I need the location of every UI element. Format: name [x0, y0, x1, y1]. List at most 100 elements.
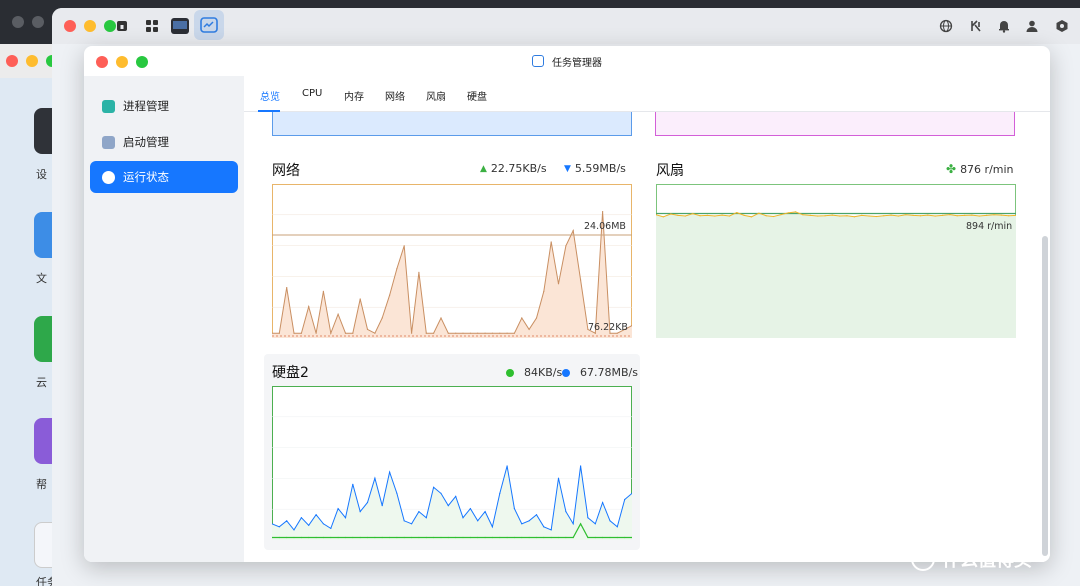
fan-data-point: [1008, 215, 1010, 217]
fan-data-point: [795, 211, 797, 213]
sidebar-item-label: 启动管理: [123, 135, 169, 149]
disk-read-data-point: [580, 523, 582, 525]
disk-write-data-point: [447, 505, 449, 507]
fan-speed-value: 876 r/min: [960, 162, 1014, 176]
disk-read-data-point: [477, 536, 479, 539]
fan-chart: [656, 184, 1016, 338]
tab-cpu[interactable]: CPU: [302, 88, 322, 99]
disk-read-data-point: [403, 536, 405, 539]
network-data-point: [418, 271, 420, 273]
disk-read-data-point: [293, 536, 295, 539]
disk-read-data-point: [322, 536, 324, 539]
disk-write-data-point: [293, 529, 295, 531]
bg-window-close-icon[interactable]: [6, 55, 18, 67]
globe-icon[interactable]: [932, 12, 960, 40]
network-data-point: [535, 317, 538, 319]
fan-data-point: [839, 215, 841, 217]
app-label-files: 文: [36, 272, 47, 285]
fan-card-title: 风扇: [656, 163, 684, 179]
network-data-point: [447, 332, 449, 334]
tab-memory[interactable]: 内存: [344, 88, 364, 103]
disk-read-data-point: [535, 536, 538, 539]
disk-read-data-point: [411, 536, 413, 539]
disk-read-data-point: [381, 536, 383, 539]
disk-write-stat: 67.78MB/s: [562, 366, 638, 379]
minimize-icon[interactable]: [84, 20, 96, 32]
disk-write-data-point: [455, 495, 457, 497]
disk-write-data-point: [418, 511, 420, 513]
brand-logo-icon[interactable]: [962, 12, 990, 40]
disk-read-data-point: [315, 536, 317, 539]
disk-write-data-point: [572, 523, 574, 525]
fan-data-point: [699, 215, 701, 217]
disk-read-data-point: [330, 536, 332, 539]
window-close-icon[interactable]: [96, 56, 108, 68]
disk-write-data-point: [521, 523, 523, 525]
disk-write-data-point: [587, 517, 589, 519]
disk-write-data-point: [344, 517, 347, 519]
tab-fan[interactable]: 风扇: [426, 88, 446, 103]
app-label-help: 帮: [36, 478, 47, 491]
network-data-point: [462, 332, 464, 334]
network-data-point: [366, 328, 369, 330]
network-data-point: [337, 313, 339, 315]
disk-read-data-point: [484, 536, 486, 539]
task-manager-app-icon[interactable]: [194, 10, 224, 40]
disk-card[interactable]: 硬盘2 84KB/s 67.78MB/s: [264, 354, 640, 550]
disk-chart: [272, 386, 632, 540]
sidebar-item-status[interactable]: 运行状态: [90, 161, 238, 193]
network-data-point: [557, 283, 560, 285]
disk-write-data-point: [352, 483, 354, 485]
disk-read-data-point: [308, 536, 310, 539]
content-scrollbar[interactable]: [1042, 236, 1048, 556]
fan-data-point: [758, 212, 760, 214]
network-data-point: [330, 332, 332, 334]
disk-write-data-point: [602, 501, 604, 504]
network-download-value: 5.59MB/s: [574, 162, 626, 175]
disk-write-data-point: [396, 492, 398, 494]
window-title: 任务管理器: [552, 57, 602, 69]
disk-write-data-point: [389, 471, 391, 473]
network-chart: [272, 184, 632, 338]
home-icon[interactable]: [108, 12, 136, 40]
disk-read-data-point: [286, 536, 288, 539]
fan-speed-stat: ✤ 876 r/min: [946, 162, 1014, 176]
disk-write-data-point: [440, 492, 442, 494]
sidebar-item-process[interactable]: 进程管理: [90, 90, 238, 122]
disk-read-data-point: [344, 536, 347, 539]
tab-network[interactable]: 网络: [385, 88, 405, 103]
user-icon[interactable]: [1018, 12, 1046, 40]
disk-read-data-point: [506, 536, 508, 539]
fan-data-point: [949, 214, 951, 216]
network-data-point: [521, 317, 523, 319]
network-data-point: [469, 332, 471, 334]
fan-data-point: [824, 215, 826, 217]
settings-hex-icon[interactable]: [1048, 12, 1076, 40]
disk-write-data-point: [535, 514, 538, 516]
apps-grid-icon[interactable]: [138, 12, 166, 40]
network-data-point: [513, 332, 515, 334]
window-minimize-icon[interactable]: [116, 56, 128, 68]
network-data-point: [286, 287, 288, 289]
network-data-point: [403, 245, 405, 247]
disk-write-data-point: [528, 520, 530, 522]
network-data-point: [543, 290, 545, 292]
upload-arrow-icon: ▲: [480, 163, 487, 174]
disk-write-data-point: [433, 486, 435, 488]
close-icon[interactable]: [64, 20, 76, 32]
cpu-card-bottom: [272, 112, 632, 136]
disk-write-data-point: [337, 508, 339, 510]
window-maximize-icon[interactable]: [136, 56, 148, 68]
fan-data-point: [853, 216, 855, 218]
network-data-point: [315, 332, 317, 334]
disk-read-data-point: [396, 536, 398, 539]
memory-card-bottom: [655, 112, 1015, 136]
disk-write-data-point: [565, 511, 567, 513]
bg-window-minimize-icon[interactable]: [26, 55, 38, 67]
fan-data-point: [897, 215, 899, 217]
sidebar-item-startup[interactable]: 启动管理: [90, 126, 238, 158]
bell-icon[interactable]: [990, 12, 1018, 40]
tab-overview[interactable]: 总览: [260, 88, 280, 103]
tab-disk[interactable]: 硬盘: [467, 88, 487, 103]
terminal-app-icon[interactable]: [166, 12, 194, 40]
